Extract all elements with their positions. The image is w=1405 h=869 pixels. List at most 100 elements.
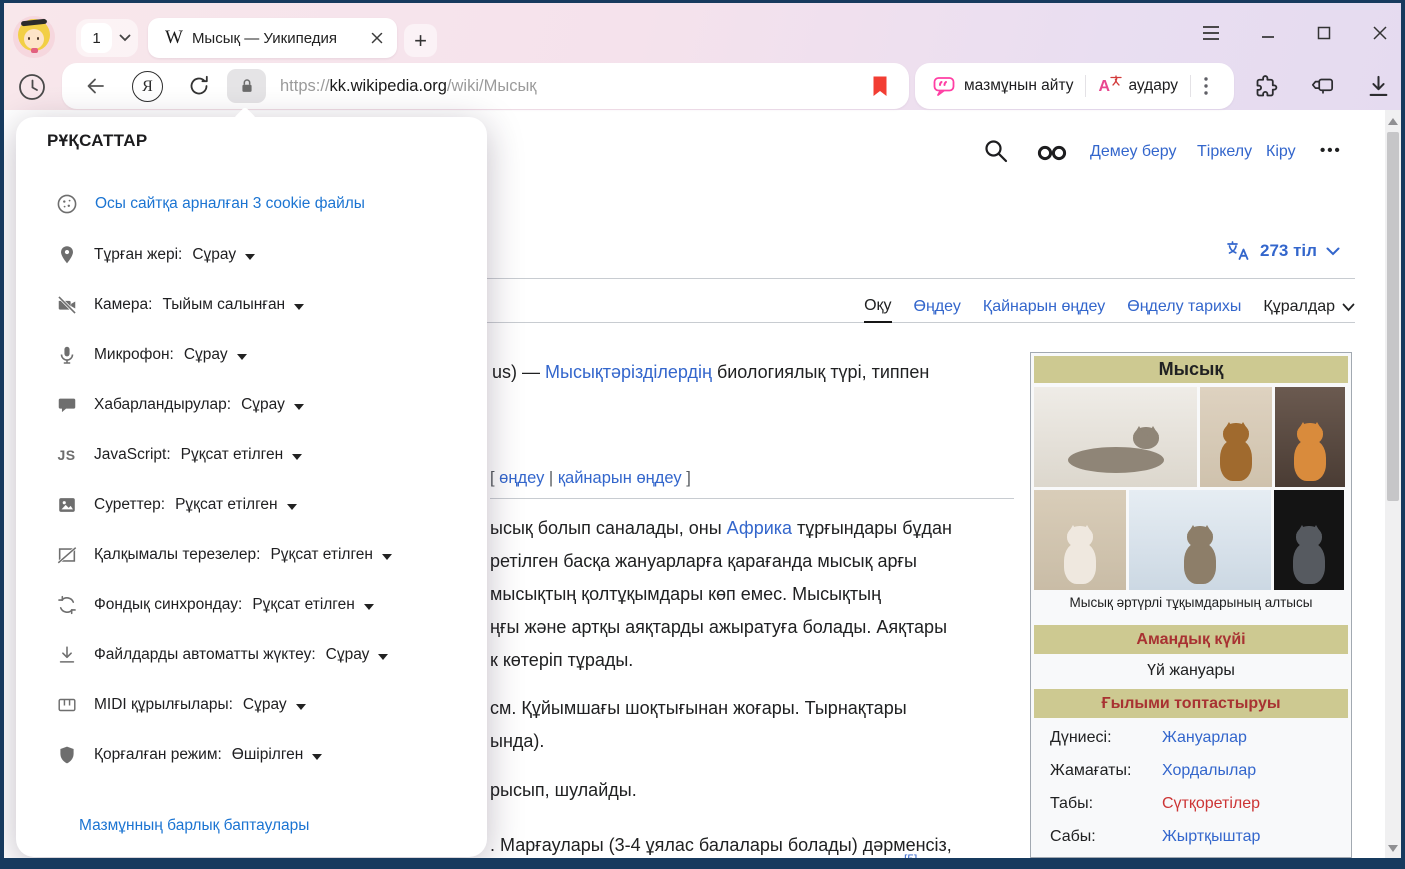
cat-photo-siamese [1034, 490, 1126, 590]
tab-read[interactable]: Оқу [864, 297, 891, 323]
dropdown-caret-icon[interactable] [296, 704, 306, 710]
cookies-row: Осы сайтқа арналған 3 cookie файлы [54, 191, 365, 217]
article-line: . Марғаулары (3-4 ұялас балалары болады)… [490, 835, 952, 856]
dropdown-caret-icon[interactable] [237, 354, 247, 360]
tab-history[interactable]: Өңделу тарихы [1127, 298, 1241, 322]
extensions-icon[interactable] [1253, 73, 1280, 100]
yandex-logo-button[interactable]: Я [132, 71, 163, 102]
appearance-oo-icon[interactable] [1036, 143, 1070, 163]
permission-row-background-sync[interactable]: Фондық синхрондау: Рұқсат етілген [54, 592, 374, 618]
all-content-settings-link[interactable]: Мазмұнның барлық баптаулары [79, 817, 309, 835]
permission-row-popups[interactable]: Қалқымалы терезелер: Рұқсат етілген [54, 542, 392, 568]
window-close-button[interactable] [1367, 20, 1393, 46]
dropdown-caret-icon[interactable] [287, 504, 297, 510]
active-tab[interactable]: W Мысық — Уикипедия [148, 18, 397, 58]
notifications-icon [56, 394, 78, 416]
search-icon[interactable] [982, 137, 1010, 165]
language-button[interactable]: 273 тіл [1226, 240, 1340, 262]
tab-counter-control[interactable]: 1 [76, 19, 138, 57]
bookmark-icon[interactable] [871, 75, 889, 98]
permission-row-auto-download[interactable]: Файлдарды автоматты жүктеу: Сұрау [54, 642, 388, 668]
yandex-logo-letter: Я [142, 78, 153, 96]
history-button[interactable] [17, 72, 47, 102]
translate-button[interactable]: аудару [1128, 77, 1178, 95]
tab-title: Мысық — Уикипедия [192, 30, 337, 47]
read-aloud-button[interactable]: мазмұнын айту [964, 77, 1073, 95]
dropdown-caret-icon[interactable] [245, 254, 255, 260]
edit-link[interactable]: өңдеу [499, 469, 544, 487]
tab-edit-source[interactable]: Қайнарын өңдеу [983, 298, 1105, 322]
africa-link[interactable]: Африка [727, 518, 792, 538]
tab-tools[interactable]: Құралдар [1263, 298, 1355, 322]
edit-source-link[interactable]: қайнарын өңдеу [558, 469, 682, 487]
scroll-down-icon[interactable] [1388, 845, 1398, 852]
permission-row-images[interactable]: Суреттер: Рұқсат етілген [54, 492, 297, 518]
page-scrollbar[interactable] [1385, 110, 1401, 858]
dropdown-caret-icon[interactable] [378, 654, 388, 660]
dropdown-caret-icon[interactable] [364, 604, 374, 610]
permission-row-location[interactable]: Тұрған жері: Сұрау [54, 242, 255, 268]
cookies-link[interactable]: Осы сайтқа арналған 3 cookie файлы [95, 195, 365, 213]
collections-icon[interactable] [1309, 73, 1337, 100]
kebab-menu-icon[interactable] [1203, 75, 1209, 97]
camera-off-icon [56, 294, 78, 316]
taxonomy-row: Жамағаты: Хордалылар [1034, 754, 1348, 787]
chevron-down-icon [1342, 303, 1355, 312]
donate-link[interactable]: Демеу беру [1090, 143, 1177, 161]
login-link[interactable]: Кіру [1266, 143, 1296, 161]
language-icon [1226, 240, 1252, 262]
url-path: /wiki/Мысық [447, 77, 537, 96]
tab-count-badge: 1 [81, 23, 112, 53]
location-icon [56, 244, 78, 266]
status-value: Үй жануары [1034, 656, 1348, 686]
scroll-up-icon[interactable] [1388, 118, 1398, 125]
profile-avatar[interactable] [13, 16, 55, 58]
dropdown-caret-icon[interactable] [382, 554, 392, 560]
register-link[interactable]: Тіркелу [1197, 143, 1252, 161]
window-menu-button[interactable] [1198, 20, 1224, 46]
chevron-down-icon [1326, 247, 1340, 256]
article-line: мысықтың қолтұқымдары көп емес. Мысықтың [490, 584, 881, 605]
wikipedia-logo-icon: W [165, 27, 183, 49]
section-edit-links: [ өңдеу | қайнарын өңдеу ] [490, 469, 691, 488]
downloads-icon[interactable] [1365, 73, 1392, 100]
back-icon[interactable] [84, 74, 108, 98]
cat-photo-tabby-lying [1034, 387, 1197, 487]
address-bar[interactable]: Я https://kk.wikipedia.org/wiki/Мысық [62, 63, 909, 109]
taxobox: Мысық Мысық әртүрлі тұқымдарының алтысы … [1030, 352, 1352, 858]
dropdown-caret-icon[interactable] [294, 304, 304, 310]
cat-photo-ginger [1275, 387, 1345, 487]
tab-edit[interactable]: Өңдеу [914, 298, 961, 322]
more-menu-button[interactable]: ••• [1320, 142, 1342, 159]
new-tab-button[interactable]: + [404, 24, 437, 57]
permission-row-microphone[interactable]: Микрофон: Сұрау [54, 342, 247, 368]
kingdom-link[interactable]: Жануарлар [1162, 729, 1247, 747]
lock-icon [237, 76, 257, 96]
dropdown-caret-icon[interactable] [292, 454, 302, 460]
phylum-link[interactable]: Хордалылар [1162, 762, 1256, 780]
section-divider [490, 498, 1014, 499]
permission-row-notifications[interactable]: Хабарландырулар: Сұрау [54, 392, 304, 418]
scrollbar-thumb[interactable] [1387, 132, 1399, 501]
cat-photo-grey [1274, 490, 1344, 590]
permission-row-javascript[interactable]: JS JavaScript: Рұқсат етілген [54, 442, 302, 468]
article-line: ысық болып саналады, оны Африка тұрғында… [490, 518, 952, 539]
felidae-link[interactable]: Мысықтәрізділердің [545, 362, 712, 382]
window-maximize-button[interactable] [1311, 20, 1337, 46]
auto-download-icon [56, 644, 78, 666]
order-link[interactable]: Жыртқыштар [1162, 828, 1260, 846]
permission-row-midi[interactable]: MIDI құрылғылары: Сұрау [54, 692, 306, 718]
url-text[interactable]: https://kk.wikipedia.org/wiki/Мысық [280, 63, 537, 109]
window-minimize-button[interactable] [1255, 20, 1281, 46]
permission-row-protected-mode[interactable]: Қорғалған режим: Өшірілген [54, 742, 322, 768]
dropdown-caret-icon[interactable] [294, 404, 304, 410]
chevron-down-icon [119, 34, 131, 42]
site-permissions-button[interactable] [227, 69, 266, 103]
dropdown-caret-icon[interactable] [312, 754, 322, 760]
cat-photo-collage [1034, 387, 1348, 590]
permission-row-camera[interactable]: Камера: Тыйым салынған [54, 292, 304, 318]
class-redlink[interactable]: Сүтқоретілер [1162, 795, 1260, 813]
refresh-icon[interactable] [186, 73, 212, 99]
close-tab-icon[interactable] [370, 31, 384, 45]
classification-header: Ғылыми топтастыруы [1034, 689, 1348, 718]
